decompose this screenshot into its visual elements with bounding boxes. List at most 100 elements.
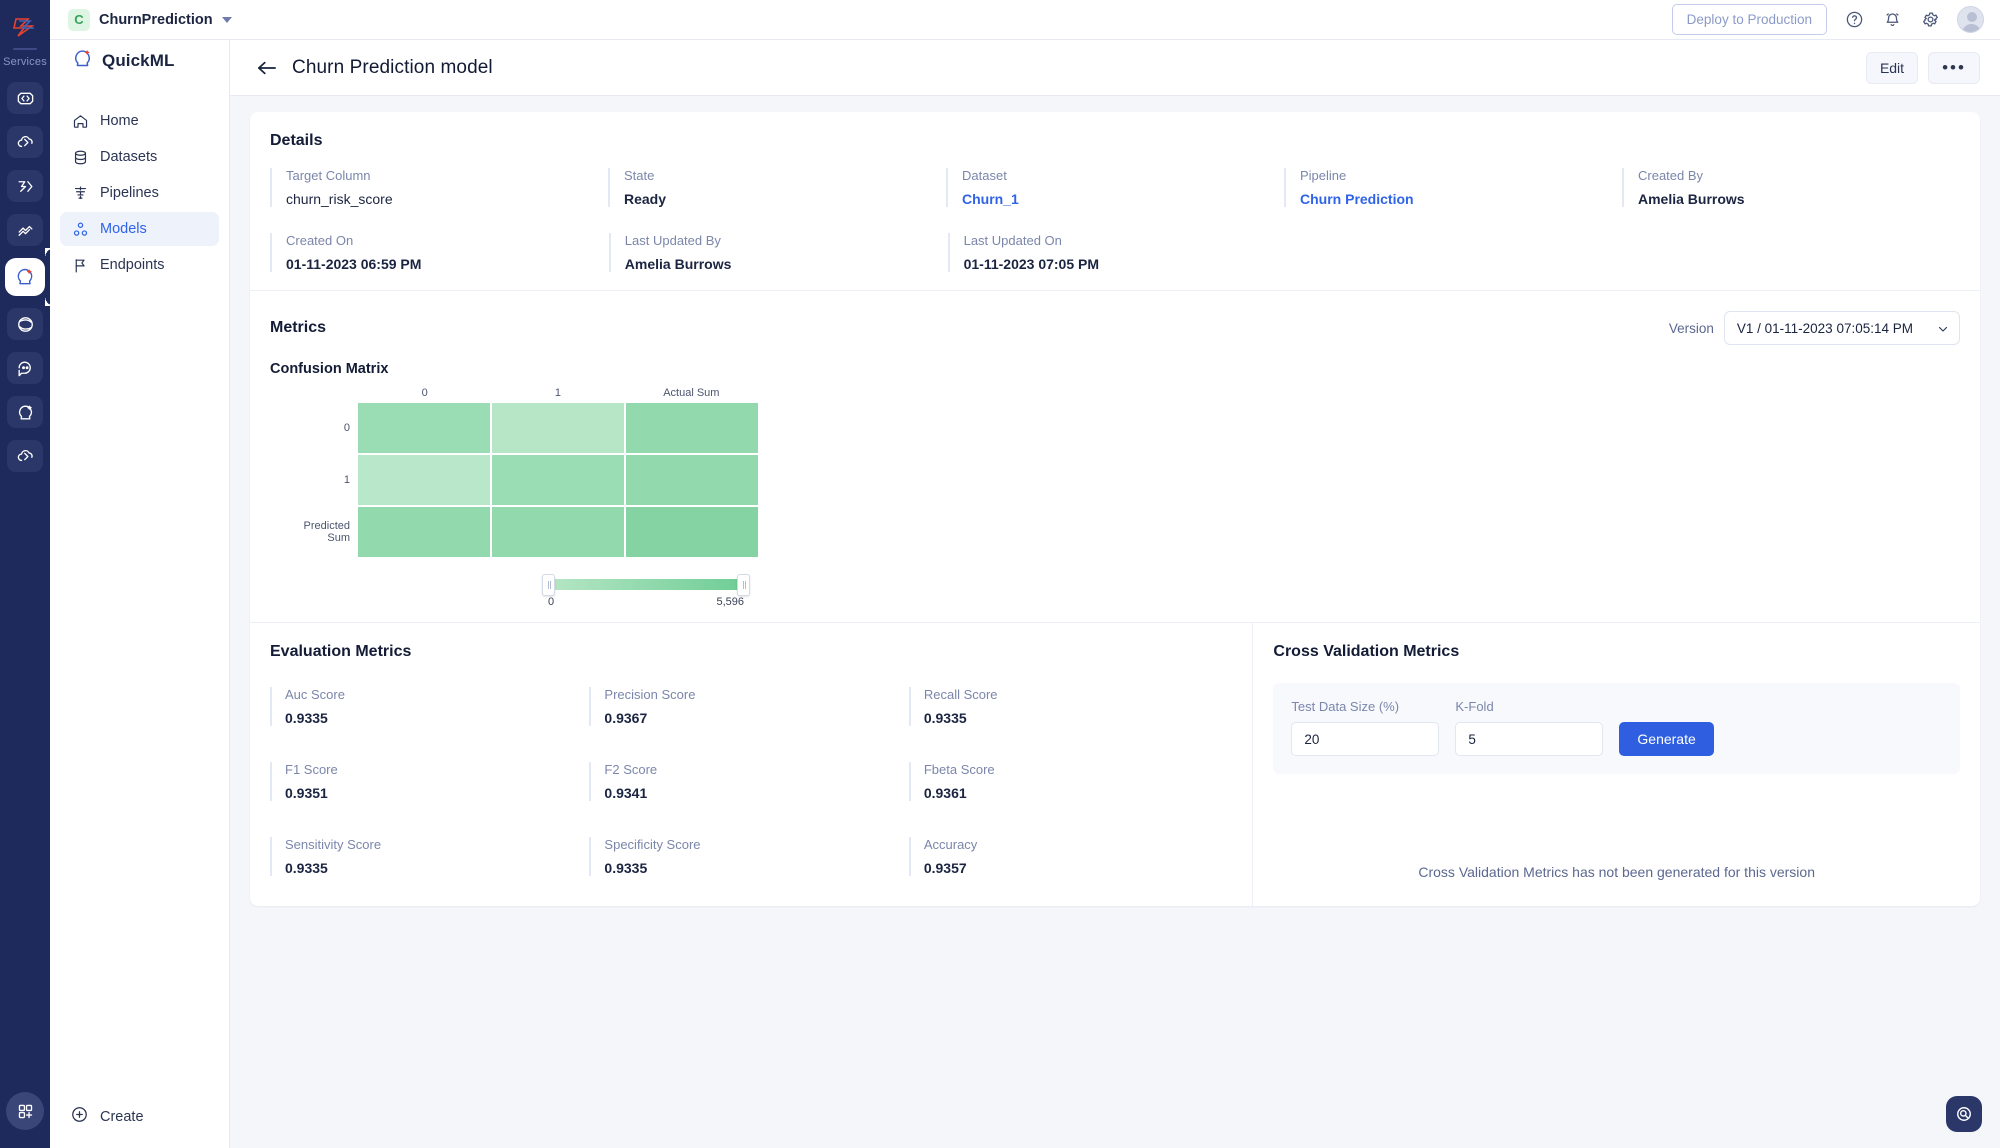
eval-label: Auc Score xyxy=(285,687,345,702)
gear-icon[interactable] xyxy=(1919,9,1941,31)
sidebar-item-endpoints[interactable]: Endpoints xyxy=(60,248,219,282)
create-label: Create xyxy=(100,1108,144,1125)
colorbar-min-label: 0 xyxy=(548,596,555,608)
rail-divider xyxy=(13,48,37,50)
cm-row: 1 xyxy=(288,455,758,505)
metrics-header: Metrics Version V1 / 01-11-2023 07:05:14… xyxy=(250,291,1980,345)
detail-label: Created By xyxy=(1638,168,1704,183)
detail-label: Pipeline xyxy=(1300,168,1347,183)
page-header-actions: Edit ••• xyxy=(1866,51,1980,84)
cm-cell[interactable] xyxy=(626,507,758,557)
rail-item-zia-chat-icon[interactable] xyxy=(7,352,43,384)
detail-last-updated-on: Last Updated On 01-11-2023 07:05 PM xyxy=(947,233,1287,272)
kfold-input[interactable] xyxy=(1455,722,1604,756)
cm-cell[interactable] xyxy=(626,455,758,505)
services-label: Services xyxy=(3,56,47,68)
colorbar-legend: 0 5,596 xyxy=(542,574,750,608)
colorbar-handle-max[interactable] xyxy=(737,574,750,596)
rail-item-quickml-alt-icon[interactable] xyxy=(7,396,43,428)
generate-button[interactable]: Generate xyxy=(1619,722,1714,756)
colorbar-gradient[interactable] xyxy=(548,579,744,590)
colorbar-max-label: 5,596 xyxy=(716,596,744,608)
version-selector-wrap: Version V1 / 01-11-2023 07:05:14 PM xyxy=(1669,311,1960,345)
brand: QuickML xyxy=(50,40,229,82)
detail-label: Dataset xyxy=(962,168,1007,183)
cm-cell[interactable] xyxy=(626,403,758,453)
project-initial-badge: C xyxy=(68,8,90,31)
bell-icon[interactable] xyxy=(1881,9,1903,31)
more-options-button[interactable]: ••• xyxy=(1928,51,1980,84)
eval-value: 0.9341 xyxy=(604,785,648,801)
detail-label: Last Updated By xyxy=(624,233,721,248)
models-icon xyxy=(72,221,89,238)
brand-name: QuickML xyxy=(102,51,175,70)
avatar[interactable] xyxy=(1957,6,1984,33)
sidebar-item-label: Pipelines xyxy=(100,185,159,201)
detail-target-column: Target Column churn_risk_score xyxy=(270,168,608,207)
cm-cell[interactable] xyxy=(358,507,490,557)
sidebar-item-datasets[interactable]: Datasets xyxy=(60,140,219,174)
details-title: Details xyxy=(270,132,323,149)
colorbar-ticks: 0 5,596 xyxy=(548,596,744,608)
rail-item-cloud-scale-icon[interactable] xyxy=(7,126,43,158)
cm-cell[interactable] xyxy=(492,403,624,453)
apps-grid-icon[interactable] xyxy=(6,1092,44,1130)
dataset-link[interactable]: Churn_1 xyxy=(962,191,1284,207)
confusion-matrix-rows: 0 1 Predicted Sum xyxy=(288,403,758,557)
evaluation-metrics-title: Evaluation Metrics xyxy=(270,643,412,660)
detail-value: Amelia Burrows xyxy=(1638,191,1745,207)
detail-value: churn_risk_score xyxy=(286,191,393,207)
colorbar-handle-min[interactable] xyxy=(542,574,555,596)
eval-metric-f1-score: F1 Score 0.9351 xyxy=(270,762,589,801)
rail-item-app-sail-icon[interactable] xyxy=(7,214,43,246)
cm-row: Predicted Sum xyxy=(288,507,758,557)
sidebar-item-home[interactable]: Home xyxy=(60,104,219,138)
eval-metric-sensitivity-score: Sensitivity Score 0.9335 xyxy=(270,837,589,876)
chevron-down-icon xyxy=(221,16,232,23)
cm-row-label: 1 xyxy=(343,474,350,486)
edit-button[interactable]: Edit xyxy=(1866,51,1918,84)
cm-cell[interactable] xyxy=(358,455,490,505)
zoho-logo-icon[interactable] xyxy=(7,10,43,44)
top-bar-actions: Deploy to Production xyxy=(1671,4,1984,35)
rail-item-data-store-icon[interactable] xyxy=(7,170,43,202)
rail-item-cloud-serverless-icon[interactable] xyxy=(7,440,43,472)
eval-label: F1 Score xyxy=(285,762,338,777)
test-data-size-input[interactable] xyxy=(1291,722,1440,756)
eval-metric-f2-score: F2 Score 0.9341 xyxy=(589,762,908,801)
cm-col-label: 1 xyxy=(554,387,562,399)
chevron-down-icon xyxy=(1937,323,1948,333)
rail-item-quickml-icon[interactable] xyxy=(5,248,55,306)
help-circle-icon[interactable] xyxy=(1843,9,1865,31)
eval-value: 0.9335 xyxy=(285,860,328,876)
app-root: Services QuickML Home Datasets Pipelines… xyxy=(0,0,2000,1148)
eval-metric-recall-score: Recall Score 0.9335 xyxy=(908,687,1228,726)
rail-item-smart-browz-icon[interactable] xyxy=(7,308,43,340)
home-icon xyxy=(72,113,89,130)
eval-metric-fbeta-score: Fbeta Score 0.9361 xyxy=(908,762,1228,801)
eval-metric-accuracy: Accuracy 0.9357 xyxy=(908,837,1228,876)
pipeline-link[interactable]: Churn Prediction xyxy=(1300,191,1622,207)
eval-value: 0.9361 xyxy=(923,785,967,801)
cm-row-cells xyxy=(358,403,758,453)
cross-validation-panel: Cross Validation Metrics Test Data Size … xyxy=(1253,623,1980,906)
sidebar-item-pipelines[interactable]: Pipelines xyxy=(60,176,219,210)
detail-value: Ready xyxy=(624,191,667,207)
project-switcher[interactable]: C ChurnPrediction xyxy=(68,8,232,31)
cm-col-label: Actual Sum xyxy=(663,387,720,399)
cm-cell[interactable] xyxy=(358,403,490,453)
cm-cell[interactable] xyxy=(492,507,624,557)
sidebar-nav: Home Datasets Pipelines Models Endpoints xyxy=(50,104,229,282)
help-search-fab[interactable] xyxy=(1946,1096,1982,1132)
version-select[interactable]: V1 / 01-11-2023 07:05:14 PM xyxy=(1723,311,1960,345)
detail-value: 01-11-2023 06:59 PM xyxy=(286,256,422,272)
pipeline-icon xyxy=(72,185,89,202)
sidebar-item-models[interactable]: Models xyxy=(60,212,219,246)
rail-item-catalyst-code-icon[interactable] xyxy=(7,82,43,114)
eval-value: 0.9335 xyxy=(285,710,328,726)
cm-cell[interactable] xyxy=(492,455,624,505)
cross-validation-empty-message: Cross Validation Metrics has not been ge… xyxy=(1418,864,1815,880)
create-button[interactable]: Create xyxy=(50,1105,229,1128)
arrow-left-icon[interactable] xyxy=(256,57,278,79)
deploy-to-production-button[interactable]: Deploy to Production xyxy=(1671,4,1827,35)
